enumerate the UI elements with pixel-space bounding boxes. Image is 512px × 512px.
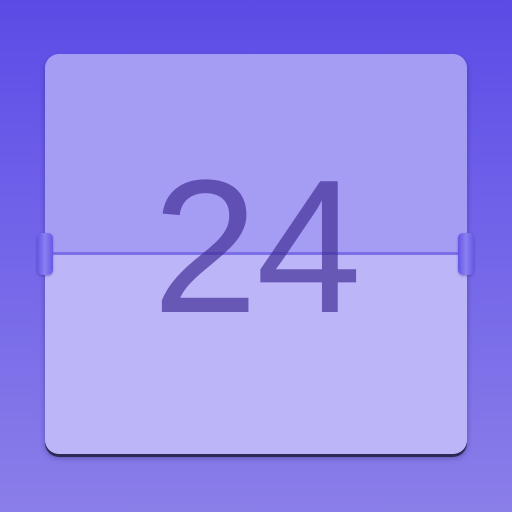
hinge-tab-right-icon: [458, 233, 474, 275]
flip-calendar-card: 24: [45, 54, 467, 454]
day-number: 24: [152, 141, 361, 353]
hinge-tab-left-icon: [37, 233, 53, 275]
app-icon-background: 24: [0, 0, 512, 512]
